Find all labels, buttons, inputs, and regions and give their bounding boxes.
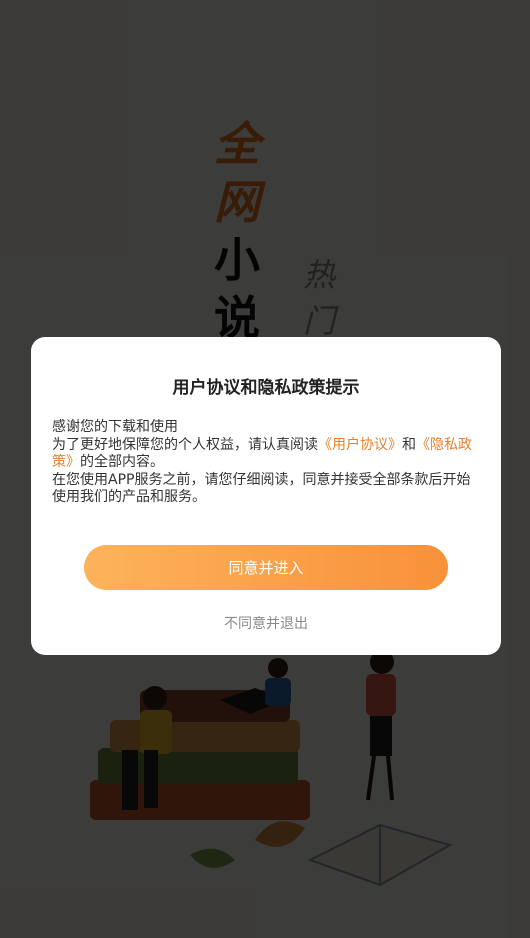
agreement-notice: 为了更好地保障您的个人权益，请认真阅读《用户协议》和《隐私政策》的全部内容。: [52, 437, 484, 472]
usage-notice: 在您使用APP服务之前，请您仔细阅读，同意并接受全部条款后开始使用我们的产品和服…: [52, 471, 471, 506]
privacy-agreement-dialog: 用户协议和隐私政策提示 感谢您的下载和使用 为了更好地保障您的个人权益，请认真阅…: [31, 337, 501, 655]
dialog-body: 感谢您的下载和使用 为了更好地保障您的个人权益，请认真阅读《用户协议》和《隐私政…: [52, 419, 484, 507]
and-text: 和: [402, 436, 416, 453]
agree-button[interactable]: 同意并进入: [84, 545, 448, 590]
notice-suffix: 的全部内容。: [80, 454, 164, 470]
disagree-button[interactable]: 不同意并退出: [31, 613, 501, 633]
notice-prefix: 为了更好地保障您的个人权益，请认真阅读: [52, 436, 318, 453]
thanks-text: 感谢您的下载和使用: [52, 419, 178, 435]
user-agreement-link[interactable]: 《用户协议》: [318, 437, 402, 453]
dialog-title: 用户协议和隐私政策提示: [172, 378, 360, 398]
